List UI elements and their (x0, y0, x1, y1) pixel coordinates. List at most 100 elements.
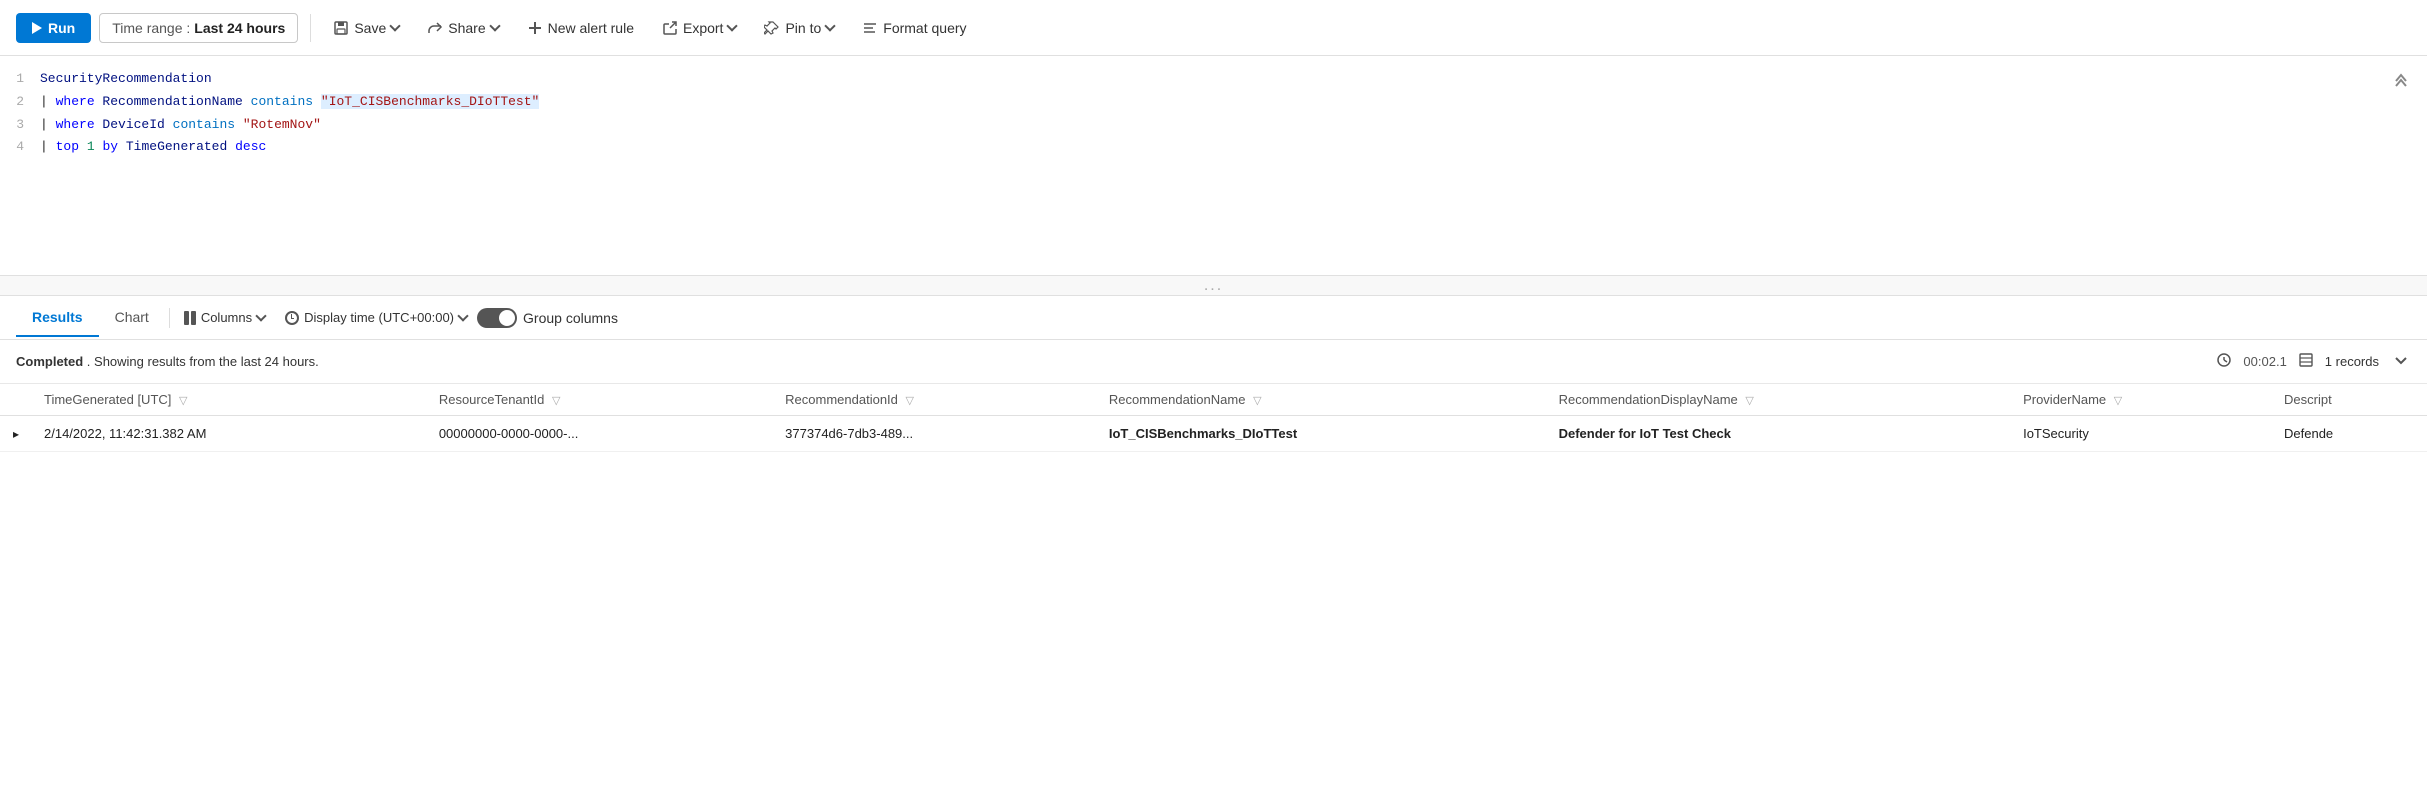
line-content-2: | where RecommendationName contains "IoT… (40, 92, 539, 113)
toolbar: Run Time range : Last 24 hours Save Shar… (0, 0, 2427, 56)
export-label: Export (683, 20, 723, 36)
play-icon (32, 22, 42, 34)
chevron-down-results-icon (2393, 352, 2409, 368)
table-header-row: TimeGenerated [UTC] ▽ ResourceTenantId ▽… (0, 384, 2427, 416)
clock-icon (285, 311, 299, 325)
new-alert-label: New alert rule (548, 20, 634, 36)
time-range-value: Last 24 hours (194, 20, 285, 36)
share-button[interactable]: Share (417, 14, 508, 42)
filter-recommendationdisplayname-icon[interactable]: ▽ (1745, 394, 1753, 407)
col-resourcetenant-label: ResourceTenantId (439, 392, 545, 407)
format-query-button[interactable]: Format query (852, 14, 976, 42)
line-content-1: SecurityRecommendation (40, 69, 212, 90)
group-columns-label: Group columns (523, 310, 618, 326)
filter-timegen-icon[interactable]: ▽ (179, 394, 187, 407)
cell-providername: IoTSecurity (2011, 416, 2272, 452)
toggle-track[interactable] (477, 308, 517, 328)
col-providername-label: ProviderName (2023, 392, 2106, 407)
pin-to-label: Pin to (785, 20, 821, 36)
cell-recommendationname: IoT_CISBenchmarks_DIoTTest (1097, 416, 1547, 452)
collapse-editor-button[interactable] (2391, 68, 2411, 93)
export-chevron-icon (727, 20, 738, 31)
table-row: ▸ 2/14/2022, 11:42:31.382 AM 00000000-00… (0, 416, 2427, 452)
plus-icon (527, 20, 543, 36)
share-chevron-icon (489, 20, 500, 31)
filter-resourcetenant-icon[interactable]: ▽ (552, 394, 560, 407)
tab-chart[interactable]: Chart (99, 299, 165, 337)
export-icon (662, 20, 678, 36)
save-label: Save (354, 20, 386, 36)
col-description-label: Descript (2284, 392, 2332, 407)
format-icon (862, 20, 878, 36)
line-content-4: | top 1 by TimeGenerated desc (40, 137, 266, 158)
col-providername-header[interactable]: ProviderName ▽ (2011, 384, 2272, 416)
col-expand-header (0, 384, 32, 416)
editor-line-2: 2 | where RecommendationName contains "I… (0, 91, 2427, 114)
toggle-thumb (499, 310, 515, 326)
save-chevron-icon (390, 20, 401, 31)
display-time-chevron-icon (457, 310, 468, 321)
row-expand-button[interactable]: ▸ (0, 416, 32, 452)
results-area: Results Chart Columns Display time (UTC+… (0, 296, 2427, 452)
filter-recommendationname-icon[interactable]: ▽ (1253, 394, 1261, 407)
line-number-1: 1 (0, 69, 40, 90)
columns-icon (184, 311, 196, 325)
col-timegen-label: TimeGenerated [UTC] (44, 392, 171, 407)
col-recommendationname-header[interactable]: RecommendationName ▽ (1097, 384, 1547, 416)
save-button[interactable]: Save (323, 14, 409, 42)
cell-recommendationid: 377374d6-7db3-489... (773, 416, 1097, 452)
expand-results-button[interactable] (2391, 350, 2411, 373)
cell-timegen: 2/14/2022, 11:42:31.382 AM (32, 416, 427, 452)
col-recommendationname-label: RecommendationName (1109, 392, 1246, 407)
records-icon (2299, 353, 2313, 370)
chevron-up-icon (2391, 68, 2411, 88)
display-time-label: Display time (UTC+00:00) (304, 310, 454, 325)
status-left: Completed . Showing results from the las… (16, 354, 319, 369)
status-bar: Completed . Showing results from the las… (0, 340, 2427, 384)
cell-description: Defende (2272, 416, 2427, 452)
time-range-button[interactable]: Time range : Last 24 hours (99, 13, 298, 43)
col-recommendationdisplayname-header[interactable]: RecommendationDisplayName ▽ (1547, 384, 2012, 416)
status-completed: Completed (16, 354, 83, 369)
records-count: 1 records (2325, 354, 2379, 369)
editor-line-4: 4 | top 1 by TimeGenerated desc (0, 136, 2427, 159)
time-range-prefix: Time range : (112, 20, 190, 36)
cell-resourcetenant: 00000000-0000-0000-... (427, 416, 773, 452)
drag-handle[interactable]: ... (0, 276, 2427, 296)
filter-recommendationid-icon[interactable]: ▽ (906, 394, 914, 407)
pin-to-button[interactable]: Pin to (754, 14, 844, 42)
save-icon (333, 20, 349, 36)
share-icon (427, 20, 443, 36)
editor-line-1: 1 SecurityRecommendation (0, 68, 2427, 91)
col-resourcetenant-header[interactable]: ResourceTenantId ▽ (427, 384, 773, 416)
results-tabs-bar: Results Chart Columns Display time (UTC+… (0, 296, 2427, 340)
col-recommendationid-label: RecommendationId (785, 392, 898, 407)
run-button[interactable]: Run (16, 13, 91, 43)
pin-chevron-icon (825, 20, 836, 31)
col-timegen-header[interactable]: TimeGenerated [UTC] ▽ (32, 384, 427, 416)
filter-providername-icon[interactable]: ▽ (2114, 394, 2122, 407)
col-description-header[interactable]: Descript (2272, 384, 2427, 416)
group-columns-toggle[interactable]: Group columns (477, 308, 618, 328)
col-recommendationid-header[interactable]: RecommendationId ▽ (773, 384, 1097, 416)
tab-results[interactable]: Results (16, 299, 99, 337)
results-table-wrapper: TimeGenerated [UTC] ▽ ResourceTenantId ▽… (0, 384, 2427, 452)
cell-recommendationdisplayname: Defender for IoT Test Check (1547, 416, 2012, 452)
line-number-4: 4 (0, 137, 40, 158)
new-alert-button[interactable]: New alert rule (517, 14, 644, 42)
code-editor[interactable]: 1 SecurityRecommendation 2 | where Recom… (0, 56, 2427, 276)
columns-label: Columns (201, 310, 252, 325)
col-recommendationdisplayname-label: RecommendationDisplayName (1559, 392, 1738, 407)
clock-icon-status (2217, 353, 2231, 370)
line-content-3: | where DeviceId contains "RotemNov" (40, 115, 321, 136)
status-text: . Showing results from the last 24 hours… (87, 354, 319, 369)
toolbar-divider-1 (310, 14, 311, 42)
share-label: Share (448, 20, 485, 36)
export-button[interactable]: Export (652, 14, 746, 42)
display-time-button[interactable]: Display time (UTC+00:00) (275, 304, 477, 331)
columns-button[interactable]: Columns (174, 304, 275, 331)
results-table: TimeGenerated [UTC] ▽ ResourceTenantId ▽… (0, 384, 2427, 452)
status-right: 00:02.1 1 records (2217, 350, 2411, 373)
pin-icon (764, 20, 780, 36)
tab-divider (169, 308, 170, 328)
